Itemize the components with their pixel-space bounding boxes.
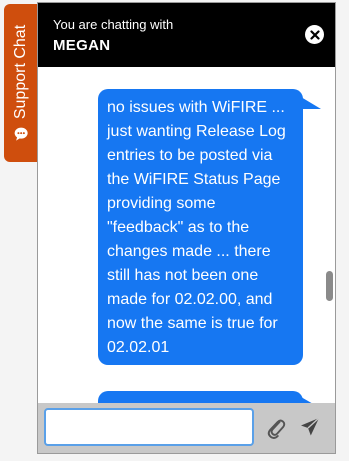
- support-chat-tab-content: Support Chat: [12, 25, 30, 141]
- user-message-bubble: no issues with WiFIRE ... just wanting R…: [98, 89, 321, 365]
- message-text: no issues with WiFIRE ... just wanting R…: [107, 99, 286, 356]
- message-input[interactable]: [44, 408, 254, 446]
- paperclip-icon: [267, 419, 286, 439]
- scrollbar-track[interactable]: [323, 67, 335, 403]
- send-icon: [301, 417, 320, 436]
- support-chat-label: Support Chat: [12, 24, 29, 120]
- send-button[interactable]: [300, 417, 320, 437]
- agent-name: MEGAN: [53, 37, 111, 54]
- chat-window: You are chatting with MEGAN no issues wi…: [37, 2, 336, 454]
- chat-header: You are chatting with MEGAN: [38, 3, 335, 67]
- chatting-with-label: You are chatting with: [53, 17, 174, 32]
- close-button[interactable]: [305, 25, 324, 44]
- support-chat-tab-inner: Support Chat: [4, 4, 38, 162]
- bubble-tail: [301, 97, 321, 109]
- close-icon: [309, 29, 320, 40]
- scrollbar-thumb[interactable]: [326, 271, 333, 301]
- message-list[interactable]: no issues with WiFIRE ... just wanting R…: [38, 67, 335, 403]
- chat-bubble-icon: [14, 127, 28, 141]
- support-chat-tab[interactable]: Support Chat: [4, 4, 38, 162]
- user-message-bubble: [98, 391, 315, 403]
- attach-button[interactable]: [266, 416, 286, 440]
- message-composer: [38, 403, 335, 453]
